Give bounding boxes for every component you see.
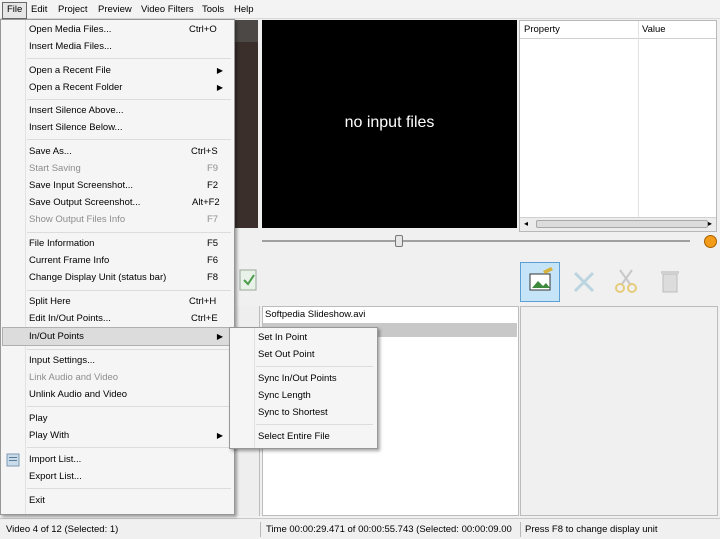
menu-item-file-information[interactable]: File Information F5 bbox=[3, 235, 231, 252]
submenu-sync-length[interactable]: Sync Length bbox=[232, 387, 374, 404]
menu-item-play[interactable]: Play bbox=[3, 410, 231, 427]
inout-submenu: Set In Point Set Out Point Sync In/Out P… bbox=[229, 327, 378, 449]
menu-item-exit[interactable]: Exit bbox=[3, 492, 231, 509]
properties-panel: Property Value ◂ ▸ bbox=[519, 20, 717, 232]
marker-icon[interactable] bbox=[704, 235, 717, 248]
picture-edit-icon bbox=[529, 267, 553, 291]
delete-x-icon[interactable] bbox=[570, 268, 598, 296]
properties-scrollbar[interactable]: ◂ ▸ bbox=[520, 217, 716, 231]
submenu-sync-inout[interactable]: Sync In/Out Points bbox=[232, 370, 374, 387]
seek-bar[interactable] bbox=[262, 240, 690, 242]
seek-handle[interactable] bbox=[395, 235, 403, 247]
submenu-select-entire-file[interactable]: Select Entire File bbox=[232, 428, 374, 445]
menu-item-save-as[interactable]: Save As... Ctrl+S bbox=[3, 143, 231, 160]
status-hint: Press F8 to change display unit bbox=[525, 524, 658, 535]
menu-item-open-media[interactable]: Open Media Files... Ctrl+O bbox=[3, 21, 231, 38]
value-column-header[interactable]: Value bbox=[642, 24, 666, 35]
scroll-right-icon[interactable]: ▸ bbox=[708, 219, 712, 228]
cut-icon[interactable] bbox=[612, 266, 640, 296]
menu-edit[interactable]: Edit bbox=[27, 2, 51, 17]
import-list-icon bbox=[6, 453, 20, 467]
menu-item-current-frame-info[interactable]: Current Frame Info F6 bbox=[3, 252, 231, 269]
menu-item-link-audio-video: Link Audio and Video bbox=[29, 372, 119, 383]
status-bar: Video 4 of 12 (Selected: 1) Time 00:00:2… bbox=[0, 518, 720, 539]
menu-item-open-recent-folder[interactable]: Open a Recent Folder ▶ bbox=[3, 79, 231, 96]
menu-project[interactable]: Project bbox=[54, 2, 92, 17]
menu-item-import-list[interactable]: Import List... bbox=[3, 451, 231, 468]
list-item[interactable]: Softpedia Slideshow.avi bbox=[265, 309, 365, 320]
submenu-sync-shortest[interactable]: Sync to Shortest bbox=[232, 404, 374, 421]
output-preview: no input files bbox=[262, 20, 517, 228]
status-video-count: Video 4 of 12 (Selected: 1) bbox=[6, 524, 119, 535]
menu-bar: File Edit Project Preview Video Filters … bbox=[0, 0, 720, 19]
menu-item-save-output-screenshot[interactable]: Save Output Screenshot... Alt+F2 bbox=[3, 194, 231, 211]
scroll-left-icon[interactable]: ◂ bbox=[524, 219, 528, 228]
menu-tools[interactable]: Tools bbox=[198, 2, 228, 17]
menu-item-export-list[interactable]: Export List... bbox=[3, 468, 231, 485]
menu-item-open-recent-file[interactable]: Open a Recent File ▶ bbox=[3, 62, 231, 79]
menu-item-change-display-unit[interactable]: Change Display Unit (status bar) F8 bbox=[3, 269, 231, 286]
menu-item-play-with[interactable]: Play With ▶ bbox=[3, 427, 231, 444]
video-message: no input files bbox=[344, 114, 435, 131]
menu-item-inout-points[interactable]: In/Out Points ▶ bbox=[2, 327, 232, 346]
edit-image-button[interactable] bbox=[520, 262, 560, 302]
menu-item-edit-inout[interactable]: Edit In/Out Points... Ctrl+E bbox=[3, 310, 231, 327]
menu-item-start-saving: Start Saving F9 bbox=[29, 163, 219, 174]
property-column-header[interactable]: Property bbox=[524, 24, 560, 35]
menu-video-filters[interactable]: Video Filters bbox=[137, 2, 198, 17]
trash-icon[interactable] bbox=[658, 266, 682, 296]
status-time: Time 00:00:29.471 of 00:00:55.743 (Selec… bbox=[266, 524, 512, 535]
menu-item-save-input-screenshot[interactable]: Save Input Screenshot... F2 bbox=[3, 177, 231, 194]
menu-item-insert-media[interactable]: Insert Media Files... bbox=[3, 38, 231, 55]
menu-item-split-here[interactable]: Split Here Ctrl+H bbox=[3, 293, 231, 310]
submenu-set-in-point[interactable]: Set In Point bbox=[232, 329, 374, 346]
document-icon[interactable] bbox=[236, 266, 260, 294]
menu-item-input-settings[interactable]: Input Settings... bbox=[3, 352, 231, 369]
input-preview bbox=[232, 20, 258, 228]
menu-item-unlink-audio-video[interactable]: Unlink Audio and Video bbox=[3, 386, 231, 403]
detail-pane bbox=[520, 306, 718, 516]
menu-preview[interactable]: Preview bbox=[94, 2, 136, 17]
menu-item-show-output-files: Show Output Files Info F7 bbox=[29, 214, 219, 225]
menu-help[interactable]: Help bbox=[230, 2, 258, 17]
menu-item-insert-silence-below[interactable]: Insert Silence Below... bbox=[3, 119, 231, 136]
menu-item-insert-silence-above[interactable]: Insert Silence Above... bbox=[3, 102, 231, 119]
menu-file[interactable]: File bbox=[2, 2, 28, 19]
file-menu: Open Media Files... Ctrl+O Insert Media F… bbox=[0, 19, 235, 515]
submenu-set-out-point[interactable]: Set Out Point bbox=[232, 346, 374, 363]
